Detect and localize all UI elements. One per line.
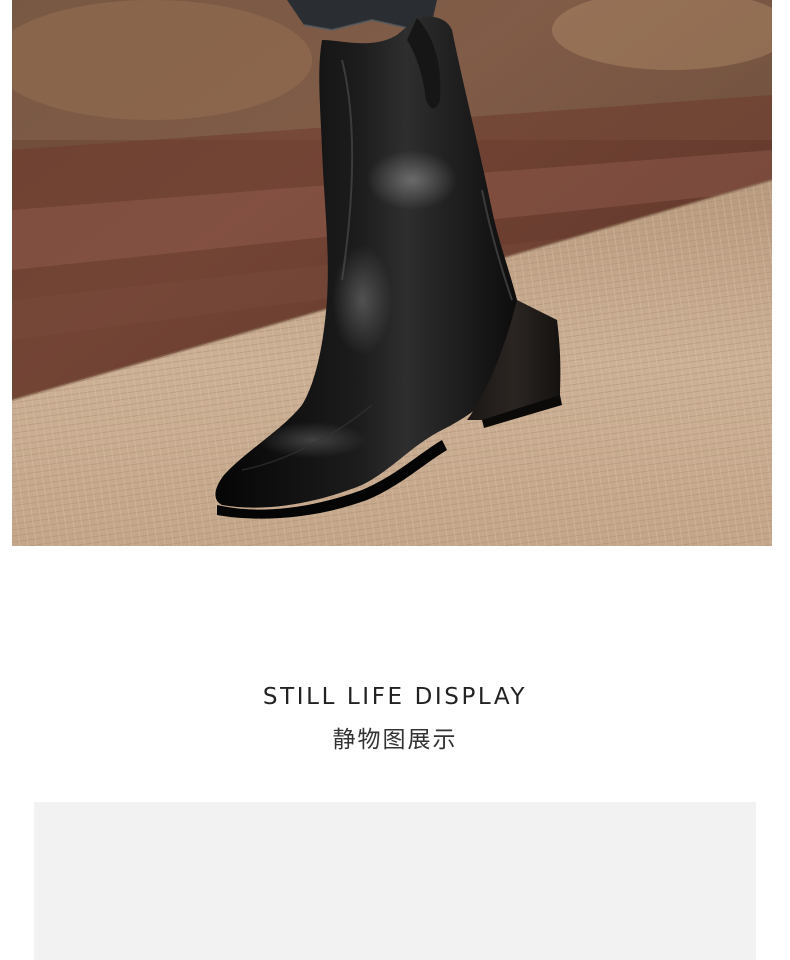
hero-product-photo [12, 0, 772, 546]
next-image-placeholder-panel [34, 802, 756, 960]
boot-photo-illustration [12, 0, 772, 546]
section-title-chinese: 静物图展示 [332, 727, 458, 753]
section-title-english: STILL LIFE DISPLAY [262, 684, 528, 710]
